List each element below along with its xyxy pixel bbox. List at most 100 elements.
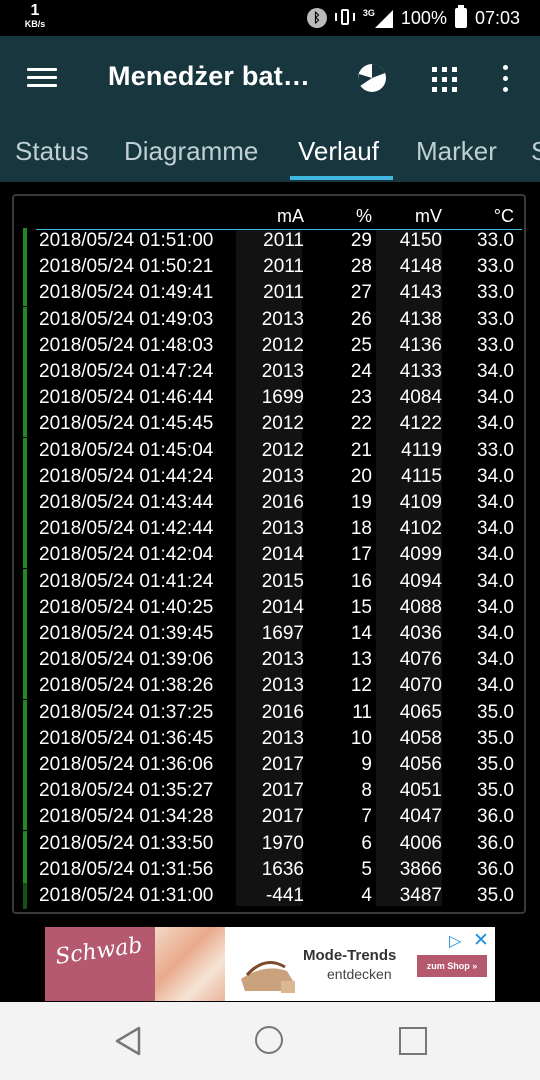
cell-ma: 2011 — [263, 256, 304, 278]
cell-temp: 33.0 — [477, 282, 514, 304]
cell-temp: 34.0 — [477, 387, 514, 409]
tab-diagramme[interactable]: Diagramme — [124, 136, 258, 167]
cell-mv: 4136 — [399, 334, 442, 356]
cell-temp: 34.0 — [477, 492, 514, 513]
table-row[interactable]: 2018/05/24 01:42:04 2014 17 4099 34.0 — [14, 542, 524, 569]
table-row[interactable]: 2018/05/24 01:45:45 2012 22 4122 34.0 — [14, 411, 524, 438]
cell-ma: 2017 — [261, 780, 304, 802]
ad-shop-button[interactable]: zum Shop » — [417, 955, 487, 977]
cell-percent: 10 — [350, 727, 372, 749]
tab-status[interactable]: Status — [15, 136, 89, 167]
table-row[interactable]: 2018/05/24 01:44:24 2013 20 4115 34.0 — [14, 463, 524, 490]
table-row[interactable]: 2018/05/24 01:34:28 2017 7 4047 36.0 — [14, 804, 524, 831]
table-row[interactable]: 2018/05/24 01:46:44 1699 23 4084 34.0 — [14, 385, 524, 412]
table-row[interactable]: 2018/05/24 01:47:24 2013 24 4133 34.0 — [14, 359, 524, 385]
pie-chart-icon[interactable] — [356, 62, 388, 94]
cell-percent: 4 — [361, 885, 372, 906]
cell-percent: 11 — [352, 701, 372, 723]
ad-banner[interactable]: Schwab Mode-Trends entdecken zum Shop » … — [45, 927, 495, 1001]
table-row[interactable]: 2018/05/24 01:37:25 2016 11 4065 35.0 — [14, 699, 524, 726]
table-row[interactable]: 2018/05/24 01:42:44 2013 18 4102 34.0 — [14, 516, 524, 543]
cell-date: 2018/05/24 01:38:26 — [39, 675, 214, 697]
cell-mv: 4051 — [399, 780, 442, 802]
tab-verlauf[interactable]: Verlauf — [298, 136, 379, 167]
cell-date: 2018/05/24 01:42:04 — [39, 544, 214, 566]
cell-ma: 2012 — [261, 439, 304, 461]
vibrate-icon — [334, 8, 355, 28]
menu-icon[interactable] — [27, 68, 57, 88]
cell-ma: 2014 — [261, 544, 304, 566]
cell-ma: 1697 — [261, 623, 304, 644]
cell-date: 2018/05/24 01:48:03 — [39, 334, 214, 356]
charging-indicator — [23, 490, 27, 516]
table-row[interactable]: 2018/05/24 01:39:45 1697 14 4036 34.0 — [14, 621, 524, 647]
network-speed-unit: KB/s — [24, 19, 46, 29]
table-row[interactable]: 2018/05/24 01:45:04 2012 21 4119 33.0 — [14, 437, 524, 464]
cell-date: 2018/05/24 01:41:24 — [39, 570, 214, 592]
cell-percent: 6 — [361, 832, 372, 854]
cell-temp: 34.0 — [477, 623, 514, 644]
table-row[interactable]: 2018/05/24 01:51:00 2011 29 4150 33.0 — [14, 228, 524, 254]
table-row[interactable]: 2018/05/24 01:43:44 2016 19 4109 34.0 — [14, 490, 524, 516]
cell-ma: 2016 — [261, 701, 304, 723]
cell-percent: 24 — [350, 361, 372, 382]
more-vert-icon[interactable] — [503, 65, 509, 93]
home-icon[interactable] — [255, 1026, 283, 1054]
table-row[interactable]: 2018/05/24 01:50:21 2011 28 4148 33.0 — [14, 254, 524, 281]
header-mv: mV — [415, 206, 442, 226]
cell-mv: 4006 — [399, 832, 442, 854]
cell-temp: 34.0 — [477, 675, 514, 697]
cell-date: 2018/05/24 01:50:21 — [39, 256, 214, 278]
table-row[interactable]: 2018/05/24 01:41:24 2015 16 4094 34.0 — [14, 568, 524, 595]
network-type: 3G — [362, 8, 375, 18]
cell-ma: -441 — [265, 885, 304, 906]
table-row[interactable]: 2018/05/24 01:38:26 2013 12 4070 34.0 — [14, 673, 524, 700]
cell-temp: 34.0 — [477, 465, 514, 487]
cell-ma: 1970 — [261, 832, 304, 854]
ad-headline: Mode-Trends — [303, 947, 397, 964]
cell-date: 2018/05/24 01:39:06 — [39, 649, 214, 671]
cell-temp: 34.0 — [477, 544, 514, 566]
ad-close-icon[interactable]: ✕ — [473, 929, 489, 952]
cell-date: 2018/05/24 01:31:56 — [39, 858, 214, 880]
table-row[interactable]: 2018/05/24 01:33:50 1970 6 4006 36.0 — [14, 830, 524, 857]
charging-indicator — [23, 699, 27, 726]
cell-percent: 18 — [350, 518, 372, 540]
cell-date: 2018/05/24 01:34:28 — [39, 806, 214, 828]
cell-mv: 4056 — [399, 754, 442, 775]
table-row[interactable]: 2018/05/24 01:36:45 2013 10 4058 35.0 — [14, 725, 524, 752]
table-row[interactable]: 2018/05/24 01:31:56 1636 5 3866 36.0 — [14, 856, 524, 883]
charging-indicator — [23, 332, 27, 359]
cell-ma: 2014 — [261, 596, 304, 618]
table-row[interactable]: 2018/05/24 01:48:03 2012 25 4136 33.0 — [14, 332, 524, 359]
table-row[interactable]: 2018/05/24 01:39:06 2013 13 4076 34.0 — [14, 647, 524, 674]
cell-mv: 4084 — [399, 387, 442, 409]
navigation-bar — [0, 1002, 540, 1080]
ad-subline: entdecken — [327, 966, 392, 982]
charging-indicator — [23, 280, 27, 307]
recent-apps-icon[interactable] — [399, 1027, 427, 1055]
cell-mv: 3866 — [399, 858, 442, 880]
tab-partial[interactable]: S — [531, 136, 540, 167]
table-row[interactable]: 2018/05/24 01:36:06 2017 9 4056 35.0 — [14, 752, 524, 778]
charging-indicator — [23, 437, 27, 464]
cell-date: 2018/05/24 01:35:27 — [39, 780, 214, 802]
cell-mv: 3487 — [399, 885, 442, 906]
history-table[interactable]: mA % mV °C 2018/05/24 01:51:00 2011 29 4150… — [12, 194, 526, 914]
grid-icon[interactable] — [432, 67, 457, 92]
table-row[interactable]: 2018/05/24 01:49:03 2013 26 4138 33.0 — [14, 306, 524, 333]
back-icon[interactable] — [114, 1026, 142, 1056]
ad-choices-icon[interactable]: ▷ — [449, 931, 461, 951]
table-row[interactable]: 2018/05/24 01:35:27 2017 8 4051 35.0 — [14, 778, 524, 805]
tab-marker[interactable]: Marker — [416, 136, 497, 167]
table-row[interactable]: 2018/05/24 01:49:41 2011 27 4143 33.0 — [14, 280, 524, 307]
cell-temp: 36.0 — [477, 832, 514, 854]
table-header: mA % mV °C — [14, 206, 524, 228]
ad-brand: Schwab — [53, 933, 144, 970]
charging-indicator — [23, 830, 27, 857]
table-row[interactable]: 2018/05/24 01:40:25 2014 15 4088 34.0 — [14, 594, 524, 621]
active-tab-indicator — [290, 176, 393, 180]
table-row[interactable]: 2018/05/24 01:31:00 -441 4 3487 35.0 — [14, 883, 524, 909]
cell-mv: 4102 — [399, 518, 442, 540]
cell-mv: 4065 — [399, 701, 442, 723]
